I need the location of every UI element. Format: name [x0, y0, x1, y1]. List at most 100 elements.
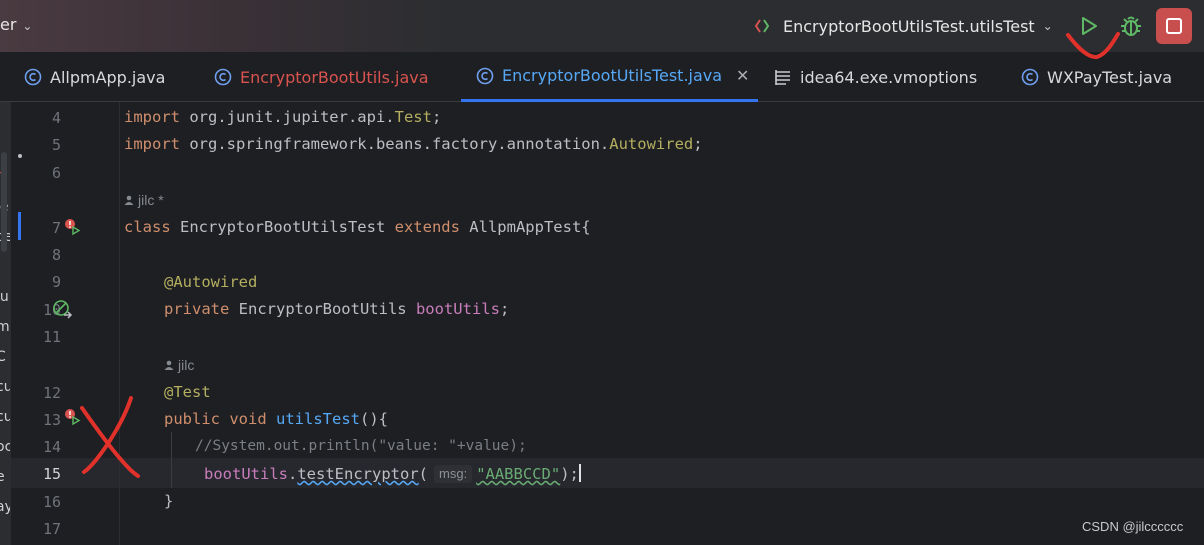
chevron-down-icon: ⌄ [22, 19, 33, 33]
run-icon [1082, 17, 1097, 35]
tree-fragment: e [0, 469, 5, 485]
code-line-14: //System.out.println("value: "+value); [195, 438, 527, 454]
chevron-down-icon: ⌄ [1042, 19, 1053, 33]
tree-fragment: lu [0, 289, 9, 305]
project-name: er [0, 15, 17, 34]
code-text: ( [418, 465, 429, 483]
keyword: class [124, 218, 171, 236]
tree-fragment: C [0, 349, 6, 365]
code-text: org.springframework.beans.factory.annota… [180, 135, 610, 153]
field-name: bootUtils [415, 300, 500, 318]
type-reference: EncryptorBootUtils [229, 300, 416, 318]
code-text: AllpmAppTest{ [459, 218, 591, 236]
tab-wxpaytest[interactable]: WXPayTest.java [1021, 52, 1172, 102]
debug-button[interactable] [1117, 12, 1145, 40]
gutter-divider [119, 102, 120, 545]
bookmark-dot [18, 154, 22, 158]
tree-scrollbar[interactable] [1, 152, 7, 252]
autowired-bean-gutter-icon[interactable] [52, 299, 74, 321]
parameter-hint: msg: [434, 465, 473, 483]
run-button[interactable] [1075, 12, 1103, 40]
tab-idea64-vmoptions[interactable]: idea64.exe.vmoptions [774, 52, 977, 102]
line-number: 13 [42, 411, 61, 429]
tree-fragment: ay [0, 499, 10, 515]
author-inlay-hint[interactable]: jilc * [124, 192, 164, 208]
code-line-15: bootUtils.testEncryptor( msg: "AABBCCD"); [204, 464, 581, 483]
line-number: 9 [51, 273, 61, 291]
current-line-highlight [11, 458, 1204, 488]
code-text: . [288, 465, 298, 483]
tab-label: EncryptorBootUtils.java [240, 67, 429, 87]
line-number: 15 [42, 465, 61, 483]
code-text: ); [560, 465, 579, 483]
tree-fragment: oc [0, 439, 10, 455]
keyword: import [124, 108, 180, 126]
code-line-12: @Test [164, 383, 211, 401]
tab-label: AllpmApp.java [50, 67, 166, 87]
code-text: ; [499, 300, 510, 318]
keyword: import [124, 135, 180, 153]
close-icon[interactable]: ✕ [736, 66, 749, 85]
tab-label: WXPayTest.java [1047, 67, 1173, 87]
type-reference: Autowired [609, 135, 694, 153]
text-file-icon [775, 70, 790, 85]
field-name: bootUtils [204, 465, 288, 483]
line-number: 11 [42, 328, 61, 346]
keyword: public [164, 410, 220, 428]
tree-fragment: cu [0, 409, 10, 425]
project-tree-edge: rl ie ce lu m C cu cu oc e ay [0, 102, 10, 545]
run-test-gutter-icon[interactable] [63, 408, 81, 426]
tab-label: EncryptorBootUtilsTest.java [502, 66, 723, 85]
java-class-icon [1021, 68, 1039, 86]
method-call: testEncryptor [297, 465, 419, 483]
java-class-icon [214, 68, 232, 86]
code-line-7: class EncryptorBootUtilsTest extends All… [124, 218, 591, 236]
line-number: 5 [51, 136, 61, 154]
author-inlay-hint[interactable]: jilc [164, 357, 194, 373]
code-editor[interactable]: 4 5 6 7 8 9 10 11 12 13 14 15 16 17 impo… [11, 102, 1204, 545]
string-literal: "AABBCCD" [476, 465, 561, 483]
tab-encryptorbootutils[interactable]: EncryptorBootUtils.java [214, 52, 429, 102]
code-line-16: } [164, 492, 173, 510]
comment: //System.out.println("value: "+value); [195, 438, 527, 454]
vcs-change-marker[interactable] [18, 212, 21, 240]
class-name: EncryptorBootUtilsTest [170, 218, 395, 236]
user-icon [164, 360, 174, 370]
code-text: (){ [360, 410, 388, 428]
line-number: 14 [42, 438, 61, 456]
title-bar: er ⌄ EncryptorBootUtilsTest.utilsTest ⌄ [0, 0, 1204, 52]
indent-guide [171, 432, 172, 488]
code-line-9: @Autowired [164, 273, 257, 291]
code-line-13: public void utilsTest(){ [164, 410, 388, 428]
java-class-icon [24, 68, 42, 86]
tab-allpmapp[interactable]: AllpmApp.java [24, 52, 165, 102]
stop-button[interactable] [1156, 8, 1192, 44]
run-test-gutter-icon[interactable] [63, 218, 81, 236]
code-line-5: import org.springframework.beans.factory… [124, 135, 703, 153]
code-line-10: private EncryptorBootUtils bootUtils; [164, 300, 509, 318]
author-label: jilc [178, 357, 195, 373]
type-reference: Test [394, 108, 432, 126]
text-caret [578, 464, 581, 482]
junit-config-icon [755, 19, 770, 33]
keyword: private [164, 300, 230, 318]
code-line-4: import org.junit.jupiter.api.Test; [124, 108, 441, 126]
line-number: 4 [51, 109, 61, 127]
line-number: 17 [42, 520, 61, 538]
line-number: 12 [42, 384, 61, 402]
bug-icon [1121, 16, 1141, 36]
run-configuration-selector[interactable]: EncryptorBootUtilsTest.utilsTest ⌄ [755, 13, 1053, 39]
code-text: ; [693, 135, 703, 153]
java-class-icon [476, 67, 494, 84]
project-selector[interactable]: er ⌄ [0, 15, 32, 34]
run-configuration-label: EncryptorBootUtilsTest.utilsTest [783, 16, 1035, 36]
keyword: extends [394, 218, 460, 236]
line-number: 16 [42, 493, 61, 511]
line-number: 7 [51, 219, 61, 237]
tree-fragment: cu [0, 379, 10, 395]
tab-encryptorbootutilstest[interactable]: EncryptorBootUtilsTest.java ✕ [461, 52, 758, 102]
tab-label: idea64.exe.vmoptions [800, 67, 978, 87]
code-text: ; [431, 108, 442, 126]
author-label: jilc * [138, 192, 164, 208]
method-name: utilsTest [276, 410, 360, 428]
